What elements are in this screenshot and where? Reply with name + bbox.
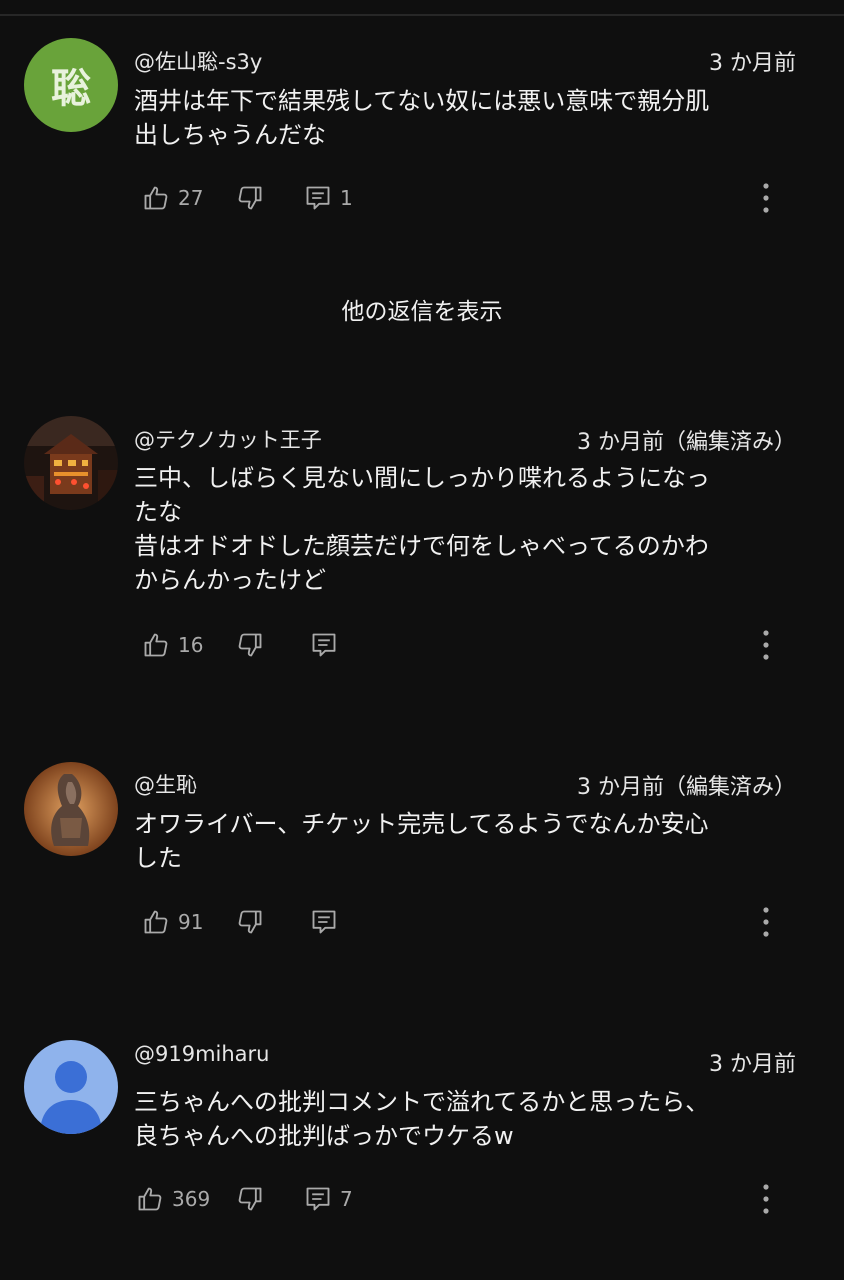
more-vertical-icon: [763, 630, 769, 660]
comment-actions: 16: [134, 625, 804, 665]
dislike-button[interactable]: [236, 625, 264, 665]
comment-author[interactable]: @テクノカット王子: [134, 424, 322, 454]
like-button[interactable]: 91: [142, 902, 203, 942]
show-more-replies-link[interactable]: 他の返信を表示: [0, 292, 844, 326]
comment-line: オワライバー、チケット完売してるようでなんか安心: [134, 810, 709, 838]
avatar-letter: 聡: [51, 66, 91, 112]
reply-count: 1: [340, 186, 353, 210]
dislike-button[interactable]: [236, 902, 264, 942]
comment-actions: 369 7: [134, 1179, 804, 1219]
comment-author[interactable]: @生恥: [134, 769, 197, 799]
comment-line: 三中、しばらく見ない間にしっかり喋れるようになっ: [134, 464, 710, 492]
comment-line: 三ちゃんへの批判コメントで溢れてるかと思ったら、: [134, 1088, 710, 1116]
like-count: 16: [178, 633, 204, 657]
thumbs-down-icon: [238, 1187, 262, 1211]
reply-button[interactable]: [310, 902, 338, 942]
comment-icon: [306, 186, 330, 210]
like-count: 27: [178, 186, 204, 210]
comment-author[interactable]: @919miharu: [134, 1042, 270, 1066]
avatar[interactable]: [24, 416, 118, 510]
comment-icon: [306, 1187, 330, 1211]
comment-time[interactable]: 3 か月前: [709, 45, 796, 77]
default-user-avatar-icon: [24, 1040, 118, 1134]
more-vertical-icon: [763, 907, 769, 937]
reply-button[interactable]: 7: [304, 1179, 353, 1219]
comment-time[interactable]: 3 か月前（編集済み）: [577, 769, 796, 801]
reply-button[interactable]: [310, 625, 338, 665]
comment-line: 出しちゃうんだな: [134, 121, 326, 149]
dislike-button[interactable]: [236, 1179, 264, 1219]
like-count: 91: [178, 910, 204, 934]
comment-line: 昔はオドオドした顔芸だけで何をしゃべってるのかわ: [134, 532, 709, 560]
like-button[interactable]: 369: [136, 1179, 210, 1219]
more-button[interactable]: [754, 902, 778, 942]
comment-actions: 91: [134, 902, 804, 942]
like-count: 369: [172, 1187, 211, 1211]
comment-actions: 27 1: [134, 178, 804, 218]
dislike-button[interactable]: [236, 178, 264, 218]
comment-time[interactable]: 3 か月前（編集済み）: [577, 424, 796, 456]
more-button[interactable]: [754, 1179, 778, 1219]
comment-icon: [312, 633, 336, 657]
more-button[interactable]: [754, 625, 778, 665]
comment-text: オワライバー、チケット完売してるようでなんか安心 した: [134, 807, 804, 875]
comment-line: からんかったけど: [134, 566, 326, 594]
comment-line: 良ちゃんへの批判ばっかでウケるw: [134, 1122, 514, 1150]
avatar[interactable]: [24, 1040, 118, 1134]
thumbs-down-icon: [238, 633, 262, 657]
thumbs-up-icon: [144, 910, 168, 934]
comment-line: 酒井は年下で結果残してない奴には悪い意味で親分肌: [134, 87, 710, 115]
comment-line: たな: [134, 498, 182, 526]
like-button[interactable]: 16: [142, 625, 203, 665]
like-button[interactable]: 27: [142, 178, 203, 218]
comment-author[interactable]: @佐山聡-s3y: [134, 46, 262, 76]
comment-line: した: [134, 844, 182, 872]
more-vertical-icon: [763, 1184, 769, 1214]
avatar[interactable]: [24, 762, 118, 856]
comment-time[interactable]: 3 か月前: [709, 1046, 796, 1078]
avatar-image: [24, 762, 118, 856]
comment-text: 酒井は年下で結果残してない奴には悪い意味で親分肌 出しちゃうんだな: [134, 84, 804, 152]
comment-text: 三ちゃんへの批判コメントで溢れてるかと思ったら、 良ちゃんへの批判ばっかでウケる…: [134, 1085, 804, 1153]
top-divider: [0, 14, 844, 16]
comment-text: 三中、しばらく見ない間にしっかり喋れるようになっ たな 昔はオドオドした顔芸だけ…: [134, 461, 804, 597]
thumbs-up-icon: [144, 633, 168, 657]
reply-button[interactable]: 1: [304, 178, 353, 218]
more-vertical-icon: [763, 183, 769, 213]
avatar[interactable]: 聡: [24, 38, 118, 132]
avatar-image: [24, 416, 118, 510]
reply-count: 7: [340, 1187, 353, 1211]
thumbs-down-icon: [238, 186, 262, 210]
comment-icon: [312, 910, 336, 934]
more-button[interactable]: [754, 178, 778, 218]
thumbs-down-icon: [238, 910, 262, 934]
thumbs-up-icon: [138, 1187, 162, 1211]
thumbs-up-icon: [144, 186, 168, 210]
